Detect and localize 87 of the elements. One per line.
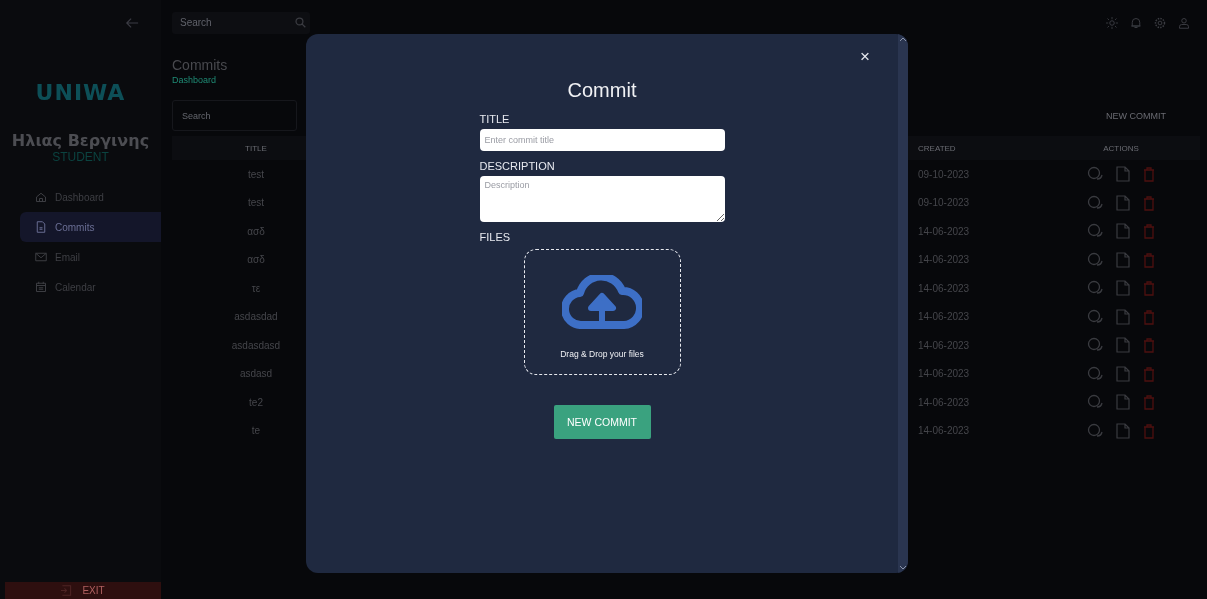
table-cell: 09-10-2023 xyxy=(918,197,970,209)
table-cell: test xyxy=(247,168,265,180)
document-icon[interactable] xyxy=(1116,251,1130,268)
scroll-up-icon[interactable] xyxy=(900,37,906,41)
document-icon[interactable] xyxy=(1116,394,1130,411)
table-cell: asdasd xyxy=(239,368,273,380)
user-icon[interactable] xyxy=(1178,16,1190,29)
table-cell: 14-06-2023 xyxy=(918,339,970,351)
document-icon[interactable] xyxy=(1116,223,1130,240)
envelope-icon xyxy=(35,251,47,263)
title-input-field[interactable]: Enter commit title xyxy=(479,129,725,151)
table-cell: 14-06-2023 xyxy=(918,311,970,323)
table-cell: ασδ xyxy=(247,254,265,266)
back-arrow-icon[interactable] xyxy=(125,16,139,30)
scroll-down-icon[interactable] xyxy=(900,566,906,570)
page-title: Commits xyxy=(172,57,229,73)
chat-icon[interactable] xyxy=(1087,251,1103,268)
table-cell: 14-06-2023 xyxy=(918,254,970,266)
table-cell: test xyxy=(247,197,265,209)
trash-icon[interactable] xyxy=(1143,337,1155,354)
table-cell: 09-10-2023 xyxy=(918,168,970,180)
table-cell: 14-06-2023 xyxy=(918,282,970,294)
user-name: Ηλιας Βεργινης xyxy=(11,131,150,150)
chat-icon[interactable] xyxy=(1087,194,1103,211)
document-icon[interactable] xyxy=(1116,365,1130,382)
breadcrumb-link[interactable]: Dashboard xyxy=(172,75,217,85)
search-field[interactable]: Search xyxy=(172,100,297,131)
table-cell: 14-06-2023 xyxy=(918,396,970,408)
cloud-upload-icon xyxy=(562,275,642,329)
new-commit-button[interactable]: NEW COMMIT xyxy=(553,405,651,439)
document-icon[interactable] xyxy=(1116,280,1130,297)
chat-icon[interactable] xyxy=(1087,394,1103,411)
drop-hint: Drag & Drop your files xyxy=(560,349,644,359)
field-label: DESCRIPTION xyxy=(479,160,556,172)
table-cell: asdasdasd xyxy=(231,339,281,351)
table-cell: te2 xyxy=(249,396,263,408)
chat-icon[interactable] xyxy=(1087,365,1103,382)
chat-icon[interactable] xyxy=(1087,308,1103,325)
trash-icon[interactable] xyxy=(1143,422,1155,439)
bell-icon[interactable] xyxy=(1130,16,1142,29)
trash-icon[interactable] xyxy=(1143,365,1155,382)
table-cell: 14-06-2023 xyxy=(918,225,970,237)
document-icon xyxy=(35,221,47,233)
new-commit-button[interactable]: NEW COMMIT xyxy=(1100,109,1172,122)
settings-icon[interactable] xyxy=(1154,16,1166,29)
trash-icon[interactable] xyxy=(1143,166,1155,183)
user-role: STUDENT xyxy=(52,150,109,164)
trash-icon[interactable] xyxy=(1143,194,1155,211)
close-button[interactable]: × xyxy=(858,47,872,67)
document-icon[interactable] xyxy=(1116,337,1130,354)
exit-button[interactable]: EXIT xyxy=(5,582,161,599)
sun-icon[interactable] xyxy=(1106,16,1118,29)
logo: UNIWA xyxy=(35,80,126,105)
document-icon[interactable] xyxy=(1116,422,1130,439)
column-header: CREATED xyxy=(912,136,1042,160)
calendar-icon xyxy=(35,281,47,293)
modal-title: Commit xyxy=(567,79,637,102)
trash-icon[interactable] xyxy=(1143,280,1155,297)
document-icon[interactable] xyxy=(1116,194,1130,211)
table-cell: 14-06-2023 xyxy=(918,368,970,380)
field-label: FILES xyxy=(479,231,512,243)
chat-icon[interactable] xyxy=(1087,337,1103,354)
field-label: TITLE xyxy=(479,113,511,125)
search-field[interactable]: Search xyxy=(172,11,310,34)
chat-icon[interactable] xyxy=(1087,223,1103,240)
table-cell: 14-06-2023 xyxy=(918,425,970,437)
description-field[interactable]: Description xyxy=(479,176,725,222)
document-icon[interactable] xyxy=(1116,166,1130,183)
sidebar-item[interactable]: Commits xyxy=(20,212,161,242)
exit-icon xyxy=(61,585,73,596)
chat-icon[interactable] xyxy=(1087,280,1103,297)
file-drop-zone[interactable]: Drag & Drop your files xyxy=(523,249,681,375)
table-cell: ασδ xyxy=(247,225,265,237)
trash-icon[interactable] xyxy=(1143,223,1155,240)
chat-icon[interactable] xyxy=(1087,422,1103,439)
column-header: ACTIONS xyxy=(1042,136,1200,160)
search-icon xyxy=(295,17,306,28)
scrollbar[interactable] xyxy=(898,34,908,573)
trash-icon[interactable] xyxy=(1143,251,1155,268)
trash-icon[interactable] xyxy=(1143,308,1155,325)
home-icon xyxy=(35,191,47,203)
chat-icon[interactable] xyxy=(1087,166,1103,183)
table-cell: τε xyxy=(251,282,261,294)
table-cell: asdasdad xyxy=(234,311,278,323)
trash-icon[interactable] xyxy=(1143,394,1155,411)
document-icon[interactable] xyxy=(1116,308,1130,325)
table-cell: te xyxy=(251,425,261,437)
